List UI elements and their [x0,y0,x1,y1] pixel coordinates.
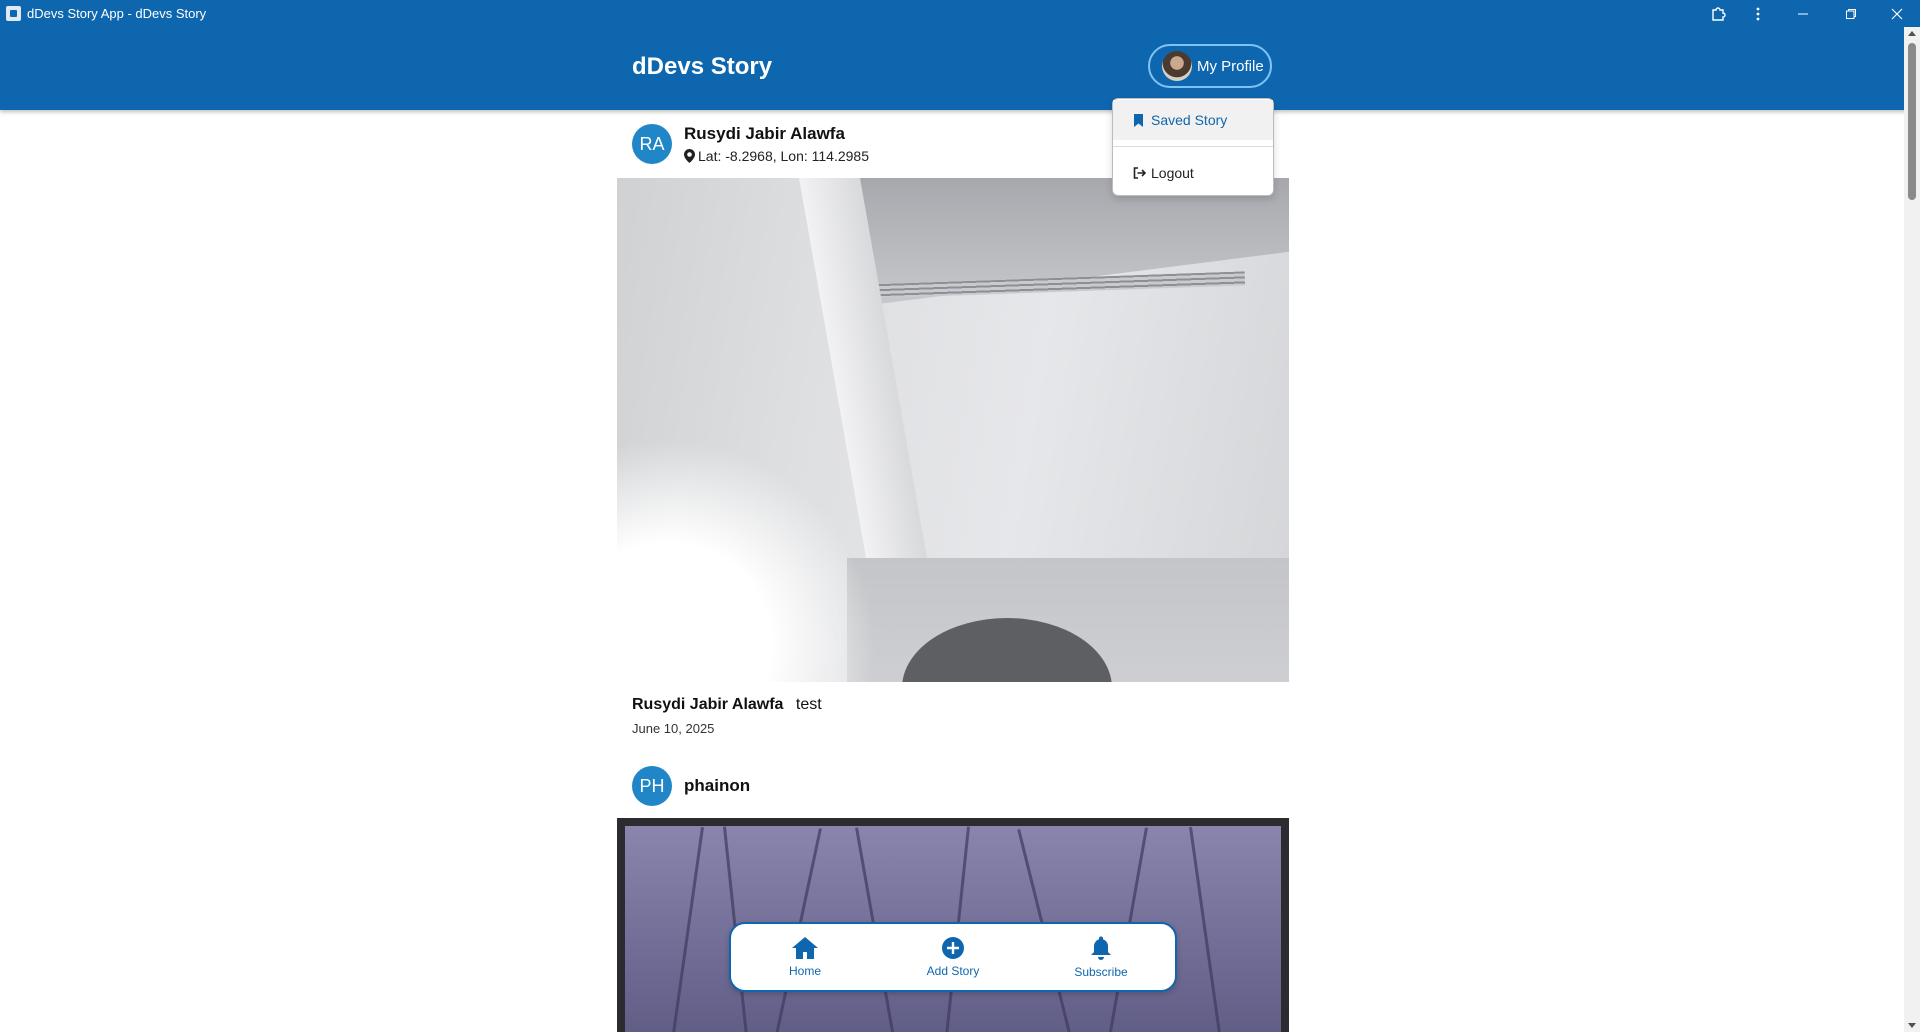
photo-glare [617,438,877,682]
brand-title[interactable]: dDevs Story [632,53,772,81]
story-username: phainon [684,776,751,795]
more-icon[interactable] [1738,0,1778,27]
minimize-icon[interactable] [1778,0,1828,27]
story-date: June 10, 2025 [632,721,715,736]
hair-strand [1189,826,1224,1032]
menu-item-logout[interactable]: Logout [1113,153,1273,193]
home-icon [792,937,818,959]
nav-subscribe[interactable]: Subscribe [1041,935,1161,979]
nav-home[interactable]: Home [745,936,865,978]
story-location-text: Lat: -8.2968, Lon: 114.2985 [698,148,869,164]
scroll-up-arrow[interactable] [1908,31,1916,36]
nav-label: Add Story [926,964,980,978]
app-icon [6,6,21,21]
story-meta: phainon [684,776,750,796]
caption-username: Rusydi Jabir Alawfa [632,696,784,713]
profile-dropdown: Saved Story Logout [1112,98,1274,196]
my-profile-label: My Profile [1197,57,1264,75]
nav-label: Subscribe [1074,965,1128,979]
add-circle-icon [942,937,964,959]
story-header: RA Rusydi Jabir Alawfa Lat: -8.2968, Lon… [632,124,869,164]
story-meta: Rusydi Jabir Alawfa Lat: -8.2968, Lon: 1… [684,124,869,164]
map-pin-icon [684,149,695,163]
bell-icon [1091,936,1111,960]
caption-text: test [795,696,822,713]
window-titlebar: dDevs Story App - dDevs Story [0,0,1920,27]
menu-divider [1113,146,1273,147]
story-image[interactable] [617,178,1289,682]
page-scrollbar[interactable] [1904,27,1920,1032]
app-header: dDevs Story My Profile [0,27,1920,110]
avatar: PH [632,766,672,806]
menu-item-label: Logout [1151,165,1194,181]
story-username: Rusydi Jabir Alawfa [684,124,845,143]
maximize-icon[interactable] [1828,0,1874,27]
my-profile-button[interactable]: My Profile [1148,44,1272,88]
scroll-down-arrow[interactable] [1908,1023,1916,1028]
avatar: RA [632,124,672,164]
story-location: Lat: -8.2968, Lon: 114.2985 [684,148,869,164]
menu-item-label: Saved Story [1151,112,1228,128]
profile-avatar [1162,51,1192,81]
logout-icon [1133,166,1147,180]
story-caption: Rusydi Jabir Alawfa test [632,696,822,714]
extensions-icon[interactable] [1698,0,1738,27]
menu-item-saved-story[interactable]: Saved Story [1113,100,1273,140]
bookmark-icon [1133,113,1147,127]
window-title: dDevs Story App - dDevs Story [27,6,207,21]
nav-label: Home [788,964,821,978]
bottom-nav: Home Add Story Subscribe [729,922,1177,992]
story-header: PH phainon [632,766,750,806]
hair-strand [669,826,704,1032]
window-controls [1698,0,1920,27]
close-icon[interactable] [1874,0,1920,27]
nav-add-story[interactable]: Add Story [893,936,1013,978]
scroll-thumb[interactable] [1908,43,1916,200]
